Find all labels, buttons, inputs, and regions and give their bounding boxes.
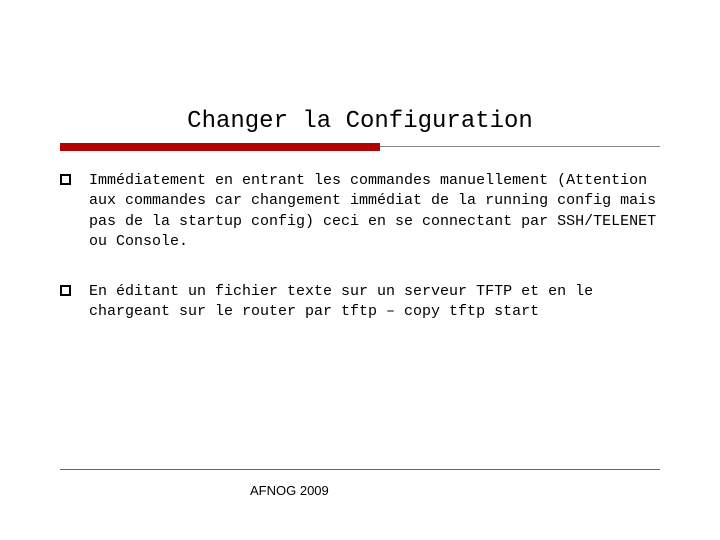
slide: Changer la Configuration Immédiatement e…	[0, 0, 720, 540]
slide-title: Changer la Configuration	[0, 0, 720, 143]
divider-red-bar	[60, 143, 380, 151]
square-bullet-icon	[60, 285, 71, 296]
square-bullet-icon	[60, 174, 71, 185]
footer-text: AFNOG 2009	[250, 483, 329, 498]
footer-divider	[60, 469, 660, 470]
title-divider	[60, 143, 660, 153]
content-area: Immédiatement en entrant les commandes m…	[0, 153, 720, 323]
bullet-text: En éditant un fichier texte sur un serve…	[89, 282, 660, 323]
list-item: En éditant un fichier texte sur un serve…	[60, 282, 660, 323]
bullet-text: Immédiatement en entrant les commandes m…	[89, 171, 660, 252]
list-item: Immédiatement en entrant les commandes m…	[60, 171, 660, 252]
